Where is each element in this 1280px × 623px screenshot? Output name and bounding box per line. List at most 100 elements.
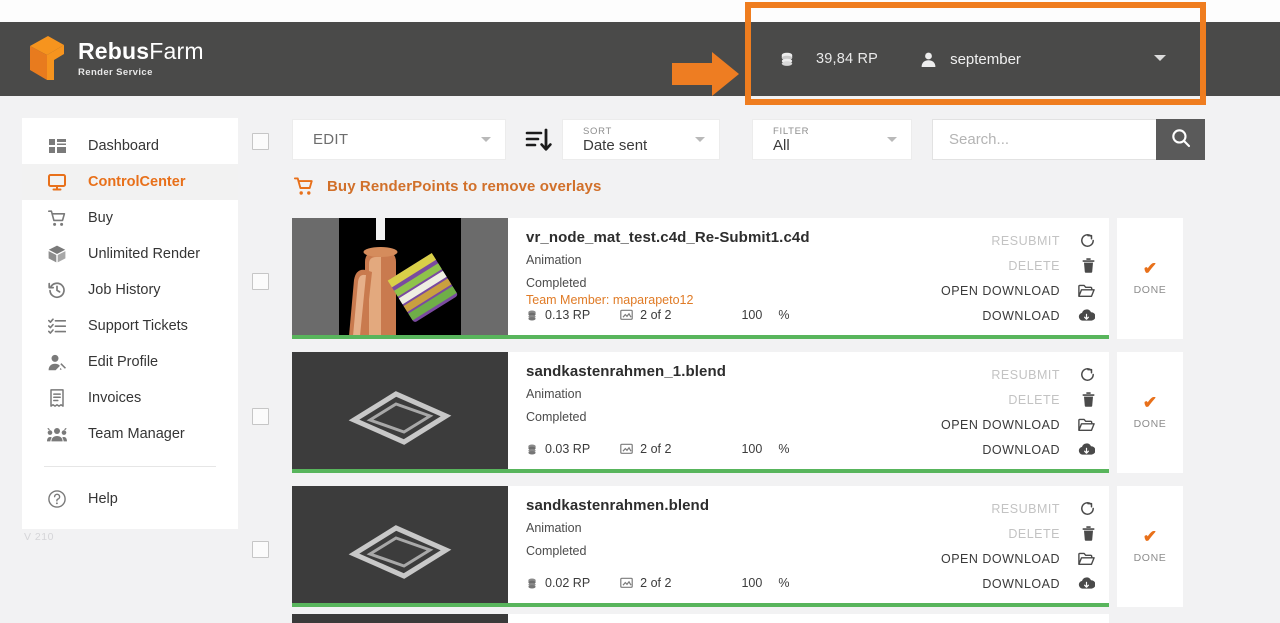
job-progress-unit: %	[778, 442, 790, 456]
render-points-value: 39,84 RP	[816, 51, 879, 67]
monitor-icon	[46, 172, 68, 192]
cart-icon	[294, 177, 315, 196]
open-download-button[interactable]: OPEN DOWNLOAD	[941, 278, 1095, 303]
user-icon	[920, 51, 937, 68]
trash-icon	[1074, 258, 1095, 273]
job-thumbnail	[292, 352, 508, 470]
dashboard-icon	[46, 136, 68, 156]
sidebar-nav: Dashboard ControlCenter Buy Unlimited Re…	[22, 118, 238, 529]
sidebar-item-controlcenter[interactable]: ControlCenter	[22, 164, 238, 200]
select-all-checkbox[interactable]	[252, 133, 269, 150]
search-button[interactable]	[1156, 119, 1205, 160]
job-progress: 100 %	[741, 442, 789, 456]
brand-tagline: Render Service	[78, 67, 153, 78]
job-row-checkbox[interactable]	[252, 408, 269, 425]
sidebar-item-edit-profile[interactable]: Edit Profile	[22, 344, 238, 380]
coins-icon	[526, 443, 538, 456]
job-row-checkbox[interactable]	[252, 541, 269, 558]
delete-label: DELETE	[1008, 392, 1060, 407]
jobs-toolbar: EDIT SORT Date sent FILTER All	[292, 119, 1205, 160]
sidebar-item-invoices[interactable]: Invoices	[22, 380, 238, 416]
delete-button[interactable]: DELETE	[941, 253, 1095, 278]
open-download-button[interactable]: OPEN DOWNLOAD	[941, 546, 1095, 571]
job-actions: RESUBMIT DELETE OPEN DOWNLOAD DOWNLOAD	[941, 496, 1095, 596]
browser-top-strip	[0, 0, 1280, 22]
job-progress-value: 100	[741, 442, 763, 456]
job-thumbnail	[292, 218, 508, 336]
search-input[interactable]	[932, 119, 1156, 160]
open-download-label: OPEN DOWNLOAD	[940, 551, 1060, 566]
user-edit-icon	[46, 352, 68, 372]
help-circle-icon	[46, 489, 68, 509]
job-status-panel: ✔ DONE	[1117, 486, 1183, 607]
sort-dropdown[interactable]: SORT Date sent	[562, 119, 720, 160]
sidebar-item-help[interactable]: Help	[22, 481, 238, 517]
cloud-download-icon	[1074, 577, 1095, 590]
resubmit-label: RESUBMIT	[991, 501, 1060, 516]
sidebar-item-label: Unlimited Render	[88, 246, 201, 262]
open-download-button[interactable]: OPEN DOWNLOAD	[941, 412, 1095, 437]
refresh-icon	[1074, 233, 1095, 248]
job-card-partial[interactable]	[292, 614, 1109, 623]
job-frames-value: 2 of 2	[640, 442, 672, 456]
resubmit-button[interactable]: RESUBMIT	[941, 362, 1095, 387]
job-row-checkbox[interactable]	[252, 273, 269, 290]
sidebar-item-buy[interactable]: Buy	[22, 200, 238, 236]
job-points: 0.13 RP	[526, 308, 590, 322]
open-download-label: OPEN DOWNLOAD	[940, 283, 1060, 298]
chevron-down-icon[interactable]	[1154, 55, 1166, 61]
filter-dropdown[interactable]: FILTER All	[752, 119, 912, 160]
edit-dropdown[interactable]: EDIT	[292, 119, 506, 160]
brand-name-light: Farm	[149, 38, 204, 64]
check-icon: ✔	[1142, 527, 1158, 546]
list-checks-icon	[46, 316, 68, 336]
sidebar-divider	[44, 466, 216, 467]
sidebar-item-label: ControlCenter	[88, 174, 186, 190]
job-progress: 100 %	[741, 308, 789, 322]
resubmit-button[interactable]: RESUBMIT	[941, 228, 1095, 253]
buy-renderpoints-banner[interactable]: Buy RenderPoints to remove overlays	[294, 177, 601, 196]
chevron-down-icon	[887, 137, 897, 142]
job-card[interactable]: sandkastenrahmen_1.blend Animation Compl…	[292, 352, 1109, 473]
refresh-icon	[1074, 501, 1095, 516]
job-status-panel: ✔ DONE	[1117, 218, 1183, 339]
job-card[interactable]: vr_node_mat_test.c4d_Re-Submit1.c4d Anim…	[292, 218, 1109, 339]
resubmit-button[interactable]: RESUBMIT	[941, 496, 1095, 521]
trash-icon	[1074, 526, 1095, 541]
sidebar-item-support-tickets[interactable]: Support Tickets	[22, 308, 238, 344]
coins-icon	[526, 309, 538, 322]
open-download-label: OPEN DOWNLOAD	[940, 417, 1060, 432]
coins-icon	[778, 50, 796, 68]
arrow-right-icon	[672, 51, 740, 97]
brand-name-bold: Rebus	[78, 38, 150, 64]
delete-button[interactable]: DELETE	[941, 521, 1095, 546]
job-progress: 100 %	[741, 576, 789, 590]
download-button[interactable]: DOWNLOAD	[941, 437, 1095, 462]
sidebar-item-team-manager[interactable]: Team Manager	[22, 416, 238, 452]
coins-icon	[526, 577, 538, 590]
job-frames: 2 of 2	[620, 576, 671, 590]
job-points-value: 0.13 RP	[545, 308, 591, 322]
folder-open-icon	[1074, 552, 1095, 566]
download-button[interactable]: DOWNLOAD	[941, 571, 1095, 596]
sidebar-item-dashboard[interactable]: Dashboard	[22, 128, 238, 164]
job-stats: 0.03 RP 2 of 2 100 %	[526, 442, 819, 456]
user-name[interactable]: september	[950, 51, 1021, 68]
sidebar-item-label: Support Tickets	[88, 318, 188, 334]
job-progress-bar	[292, 469, 1109, 473]
brand-logo[interactable]: RebusFarm Render Service	[28, 34, 204, 82]
delete-button[interactable]: DELETE	[941, 387, 1095, 412]
job-card[interactable]: sandkastenrahmen.blend Animation Complet…	[292, 486, 1109, 607]
sidebar-item-job-history[interactable]: Job History	[22, 272, 238, 308]
page-root: RebusFarm Render Service 39,84 RP septem…	[0, 0, 1280, 623]
folder-open-icon	[1074, 418, 1095, 432]
job-points: 0.03 RP	[526, 442, 590, 456]
edit-dropdown-value: EDIT	[313, 131, 349, 148]
check-icon: ✔	[1142, 393, 1158, 412]
download-button[interactable]: DOWNLOAD	[941, 303, 1095, 328]
cart-icon	[46, 208, 68, 228]
resubmit-label: RESUBMIT	[991, 367, 1060, 382]
sidebar-item-unlimited-render[interactable]: Unlimited Render	[22, 236, 238, 272]
trash-icon	[1074, 392, 1095, 407]
sort-descending-icon[interactable]	[524, 127, 554, 153]
